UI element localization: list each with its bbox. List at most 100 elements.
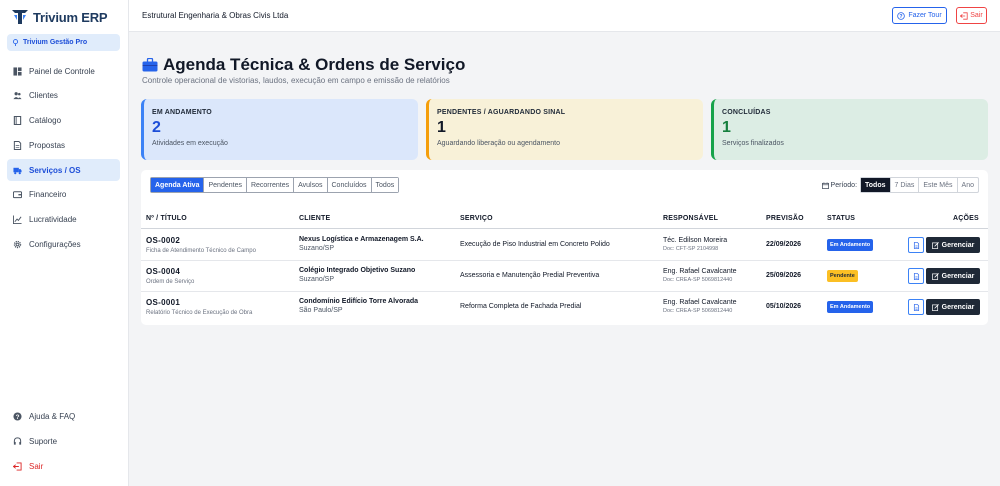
period-todos[interactable]: Todos: [861, 178, 891, 192]
tab-agenda-ativa[interactable]: Agenda Ativa: [151, 178, 205, 192]
plan-badge: Trivium Gestão Pro: [7, 34, 120, 51]
logout-label: Sair: [970, 12, 983, 19]
sidebar-item-label: Financeiro: [29, 190, 67, 200]
card-pendentes[interactable]: PENDENTES / AGUARDANDO SINAL 1 Aguardand…: [426, 99, 703, 160]
client-city: Suzano/SP: [299, 245, 335, 252]
file-icon: [913, 241, 919, 249]
card-concluidas[interactable]: CONCLUÍDAS 1 Serviços finalizados: [711, 99, 988, 160]
sidebar-item-label: Serviços / OS: [29, 165, 81, 175]
card-label: PENDENTES / AGUARDANDO SINAL: [437, 109, 566, 116]
manage-button[interactable]: Gerenciar: [926, 237, 980, 253]
column-header: PREVISÃO: [766, 215, 804, 222]
due-date: 05/10/2026: [766, 303, 802, 310]
status-badge: Pendente: [827, 270, 858, 282]
period-7-dias[interactable]: 7 Dias: [891, 178, 920, 192]
status-cell: Em Andamento: [827, 301, 874, 313]
responsible-doc: Doc: CREA-SP 5069812440: [663, 277, 733, 283]
file-icon: [913, 272, 919, 280]
client-city: São Paulo/SP: [299, 307, 343, 314]
sidebar-item-label: Catálogo: [29, 116, 62, 126]
order-title: Ordem de Serviço: [146, 279, 195, 285]
client-name: Colégio Integrado Objetivo Suzano: [299, 267, 416, 274]
period-este-mes[interactable]: Este Mês: [919, 178, 958, 192]
order-title: Relatório Técnico de Execução de Obra: [146, 310, 253, 316]
sidebar-item-label: Ajuda & FAQ: [29, 411, 76, 421]
column-header: Nº / TÍTULO: [146, 215, 187, 222]
filter-tabs: Agenda Ativa Pendentes Recorrentes Avuls…: [150, 177, 400, 193]
sidebar-item-suporte[interactable]: Suporte: [7, 430, 120, 452]
report-button[interactable]: [908, 237, 924, 253]
service-name: Reforma Completa de Fachada Predial: [460, 303, 582, 310]
table-row[interactable]: OS-0004 Ordem de Serviço Colégio Integra…: [141, 261, 988, 292]
logout-icon: [13, 461, 22, 471]
page-subtitle: Controle operacional de vistorias, laudo…: [142, 76, 450, 85]
column-header: CLIENTE: [299, 215, 331, 222]
responsible-cell: Eng. Rafael Cavalcante Doc: CREA-SP 5069…: [663, 268, 737, 283]
status-cell: Pendente: [827, 270, 858, 282]
column-header: SERVIÇO: [460, 215, 493, 222]
sidebar-item-financeiro[interactable]: Financeiro: [7, 184, 120, 206]
status-badge: Em Andamento: [827, 239, 874, 251]
manage-button[interactable]: Gerenciar: [926, 268, 980, 284]
logout-button[interactable]: Sair: [956, 7, 987, 24]
trivium-logo-icon: [12, 10, 28, 24]
dashboard-icon: [13, 66, 22, 76]
manage-label: Gerenciar: [941, 241, 975, 249]
topbar: Estrutural Engenharia & Obras Civis Ltda…: [129, 0, 1000, 32]
table-header: Nº / TÍTULO CLIENTE SERVIÇO RESPONSÁVEL …: [141, 209, 988, 229]
period-ano[interactable]: Ano: [958, 178, 978, 192]
document-icon: [13, 140, 22, 150]
calendar-icon: [821, 181, 829, 189]
sidebar-item-label: Sair: [29, 461, 44, 471]
sidebar-item-propostas[interactable]: Propostas: [7, 134, 120, 156]
briefcase-icon: [142, 58, 158, 72]
sidebar-bottom-nav: ? Ajuda & FAQ Suporte Sair: [7, 405, 120, 480]
sidebar-item-label: Propostas: [29, 140, 66, 150]
due-date: 25/09/2026: [766, 272, 802, 279]
book-icon: [13, 116, 22, 126]
report-button[interactable]: [908, 268, 924, 284]
sidebar-item-painel[interactable]: Painel de Controle: [7, 60, 120, 82]
table-row[interactable]: OS-0002 Ficha de Atendimento Técnico de …: [141, 230, 988, 261]
page-title: Agenda Técnica & Ordens de Serviço: [163, 55, 466, 74]
sidebar-item-configuracoes[interactable]: Configurações: [7, 234, 120, 256]
client-cell: Nexus Logística e Armazenagem S.A. Suzan…: [299, 236, 424, 252]
tab-recorrentes[interactable]: Recorrentes: [246, 178, 295, 192]
brand[interactable]: Trivium ERP: [11, 8, 108, 26]
sidebar-item-ajuda[interactable]: ? Ajuda & FAQ: [7, 405, 120, 427]
sidebar-item-label: Lucratividade: [29, 215, 77, 225]
period-filter: Período: Todos 7 Dias Este Mês Ano: [821, 177, 979, 193]
page-header: Agenda Técnica & Ordens de Serviço: [142, 55, 465, 75]
status-badge: Em Andamento: [827, 301, 874, 313]
responsible-doc: Doc: CREA-SP 5069812440: [663, 308, 733, 314]
tab-avulsos[interactable]: Avulsos: [294, 178, 328, 192]
sidebar-item-sair[interactable]: Sair: [7, 455, 120, 477]
card-em-andamento[interactable]: EM ANDAMENTO 2 Atividades em execução: [141, 99, 418, 160]
sidebar-item-label: Suporte: [29, 436, 58, 446]
order-number: OS-0002: [146, 236, 181, 245]
table-row[interactable]: OS-0001 Relatório Técnico de Execução de…: [141, 292, 988, 323]
client-cell: Condomínio Edifício Torre Alvorada São P…: [299, 298, 418, 314]
file-icon: [913, 303, 919, 311]
sidebar-item-catalogo[interactable]: Catálogo: [7, 110, 120, 132]
sidebar-item-clientes[interactable]: Clientes: [7, 85, 120, 107]
period-label: Período:: [821, 181, 858, 189]
company-name: Estrutural Engenharia & Obras Civis Ltda: [142, 11, 289, 20]
edit-icon: [931, 241, 939, 249]
order-number: OS-0004: [146, 267, 181, 276]
status-cell: Em Andamento: [827, 239, 874, 251]
sidebar-item-servicos[interactable]: Serviços / OS: [7, 159, 120, 182]
client-name: Nexus Logística e Armazenagem S.A.: [299, 236, 424, 243]
manage-button[interactable]: Gerenciar: [926, 299, 980, 315]
client-name: Condomínio Edifício Torre Alvorada: [299, 298, 419, 305]
report-button[interactable]: [908, 299, 924, 315]
order-title: Ficha de Atendimento Técnico de Campo: [146, 248, 256, 254]
tab-concluidos[interactable]: Concluídos: [327, 178, 372, 192]
tour-button[interactable]: ? Fazer Tour: [892, 7, 947, 24]
client-cell: Colégio Integrado Objetivo Suzano Suzano…: [299, 267, 415, 283]
order-number: OS-0001: [146, 298, 181, 307]
sidebar-item-lucratividade[interactable]: Lucratividade: [7, 209, 120, 231]
tab-pendentes[interactable]: Pendentes: [204, 178, 247, 192]
tab-todos[interactable]: Todos: [371, 178, 399, 192]
period-label-text: Período:: [830, 181, 858, 189]
